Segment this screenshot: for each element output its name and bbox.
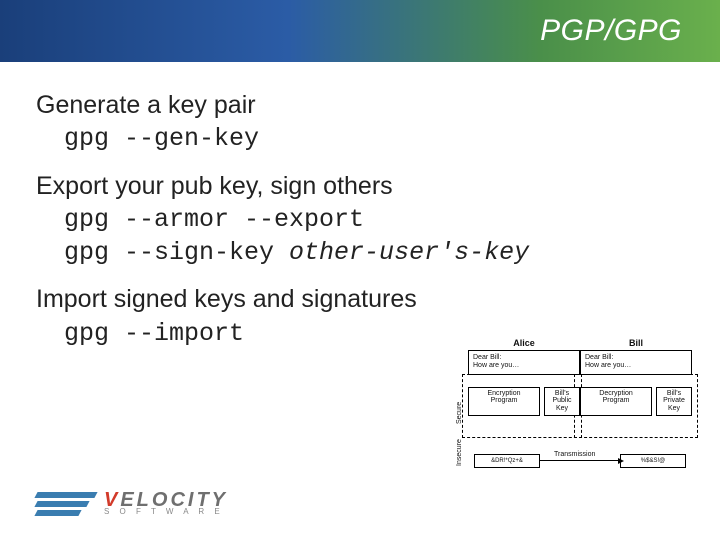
alice-title: Alice (468, 338, 580, 348)
sec2-cmd2b: other-user's-key (289, 238, 529, 267)
encryption-diagram: Secure Insecure Alice Dear Bill: How are… (432, 338, 692, 468)
sec2-cmd2a: gpg --sign-key (64, 238, 289, 267)
bills-public-key: Bill's Public Key (544, 387, 580, 416)
arrow-icon (618, 458, 624, 464)
logo-subtext: S O F T W A R E (104, 507, 228, 516)
sec2-cmd2: gpg --sign-key other-user's-key (64, 237, 684, 268)
transmission-label: Transmission (554, 451, 595, 458)
title-bar: PGP/GPG (0, 0, 720, 62)
decryption-program: Decryption Program (580, 387, 652, 416)
alice-column: Alice Dear Bill: How are you… Encryption… (468, 338, 580, 416)
sec2-heading: Export your pub key, sign others (36, 171, 684, 202)
sec1-cmd: gpg --gen-key (64, 123, 684, 154)
encryption-program: Encryption Program (468, 387, 540, 416)
alice-message: Dear Bill: How are you… (468, 350, 580, 375)
label-secure: Secure (456, 402, 463, 424)
velocity-logo: VELOCITY S O F T W A R E (36, 491, 228, 516)
slide-title: PGP/GPG (540, 14, 682, 48)
bill-message: Dear Bill: How are you… (580, 350, 692, 375)
ciphertext-right: %$&S!@ (620, 454, 686, 468)
transmission-line (540, 460, 620, 461)
logo-text: VELOCITY S O F T W A R E (104, 491, 228, 516)
sec2-cmd1: gpg --armor --export (64, 204, 684, 235)
label-insecure: Insecure (456, 439, 463, 466)
ciphertext-left: &DR!*Qz+& (474, 454, 540, 468)
bill-title: Bill (580, 338, 692, 348)
slide-body: Generate a key pair gpg --gen-key Export… (0, 62, 720, 349)
bills-private-key: Bill's Private Key (656, 387, 692, 416)
bill-column: Bill Dear Bill: How are you… Decryption … (580, 338, 692, 416)
sec3-heading: Import signed keys and signatures (36, 284, 684, 315)
sec1-heading: Generate a key pair (36, 90, 684, 121)
logo-bars-icon (36, 492, 96, 516)
